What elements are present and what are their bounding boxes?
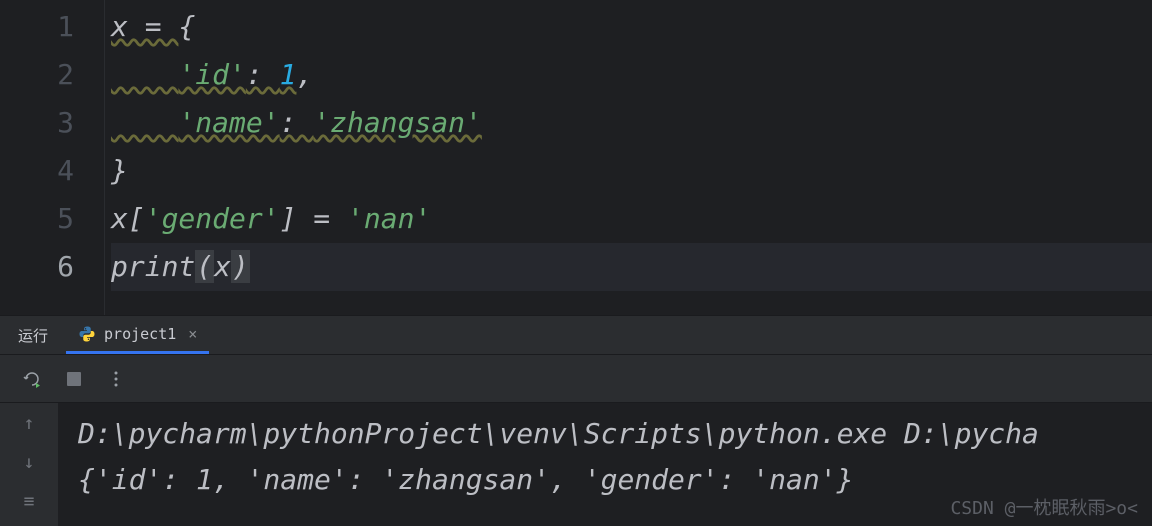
line-number: 3 (0, 99, 104, 147)
output-gutter: ↑ ↓ ≡ (0, 403, 58, 526)
code-line: x = { (111, 3, 1152, 51)
function-call: print (111, 250, 195, 283)
string: 'id' (178, 58, 245, 91)
variable: x (111, 202, 128, 235)
rerun-button[interactable] (22, 369, 42, 389)
variable: x (214, 250, 231, 283)
run-tool-window-label[interactable]: 运行 (0, 316, 66, 354)
string: 'zhangsan' (313, 106, 482, 139)
brace: { (178, 10, 195, 43)
paren: ) (231, 250, 250, 283)
paren: ( (195, 250, 214, 283)
colon: : (246, 58, 280, 91)
run-toolbar (0, 355, 1152, 403)
code-line: x['gender'] = 'nan' (111, 195, 1152, 243)
indent (111, 106, 178, 139)
equals: = (296, 202, 347, 235)
more-icon[interactable] (106, 369, 126, 389)
watermark: CSDN @一枕眠秋雨>o< (950, 494, 1138, 520)
output-line: D:\pycharm\pythonProject\venv\Scripts\py… (78, 411, 1132, 457)
stop-button[interactable] (64, 369, 84, 389)
run-tab-active[interactable]: project1 × (66, 316, 209, 354)
line-gutter: 1 2 3 4 5 6 (0, 0, 105, 315)
code-content[interactable]: x = { 'id': 1, 'name': 'zhangsan' } x['g… (105, 0, 1152, 315)
comma: , (296, 58, 313, 91)
bracket: ] (280, 202, 297, 235)
up-arrow-icon[interactable]: ↑ (24, 413, 35, 434)
colon: : (280, 106, 314, 139)
close-icon[interactable]: × (188, 325, 197, 343)
code-line: 'id': 1, (111, 51, 1152, 99)
line-number-active: 6 (0, 243, 104, 291)
code-line: 'name': 'zhangsan' (111, 99, 1152, 147)
line-number: 5 (0, 195, 104, 243)
indent (111, 58, 178, 91)
bracket: [ (128, 202, 145, 235)
string: 'gender' (145, 202, 280, 235)
python-icon (78, 325, 96, 343)
line-number: 2 (0, 51, 104, 99)
string: 'nan' (347, 202, 431, 235)
tab-label: project1 (104, 325, 176, 343)
brace: } (111, 154, 128, 187)
string: 'name' (178, 106, 279, 139)
number: 1 (280, 58, 297, 91)
code-line: } (111, 147, 1152, 195)
line-number: 4 (0, 147, 104, 195)
line-number: 1 (0, 3, 104, 51)
down-arrow-icon[interactable]: ↓ (24, 452, 35, 473)
code-line-active: print(x) (111, 243, 1152, 291)
wrap-icon[interactable]: ≡ (24, 491, 35, 512)
code-editor: 1 2 3 4 5 6 x = { 'id': 1, 'name': 'zhan… (0, 0, 1152, 315)
run-panel-header: 运行 project1 × (0, 315, 1152, 355)
variable: x = (111, 10, 178, 43)
